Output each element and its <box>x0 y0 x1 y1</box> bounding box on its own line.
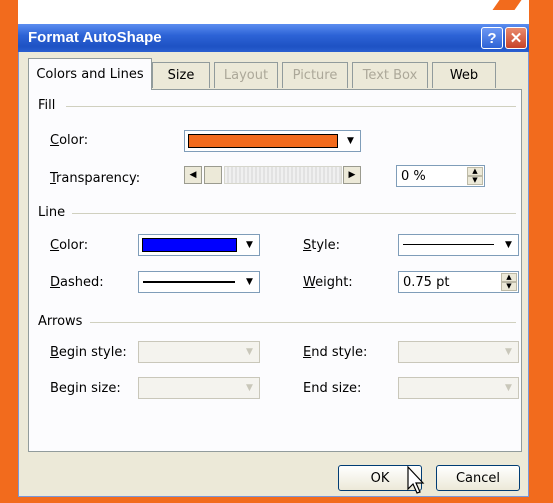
tab-label: Picture <box>292 68 338 83</box>
spin-down-icon[interactable]: ▼ <box>501 282 517 291</box>
transparency-slider-track[interactable] <box>224 166 342 184</box>
window-title: Format AutoShape <box>28 29 162 46</box>
help-button[interactable]: ? <box>481 27 503 49</box>
chevron-down-icon[interactable]: ▼ <box>500 236 517 254</box>
end-size-label: End size: <box>303 381 362 396</box>
dashed-sample <box>143 281 235 283</box>
cancel-button[interactable]: Cancel <box>436 465 520 491</box>
slider-right-icon[interactable]: ▶ <box>343 166 361 184</box>
chevron-down-icon[interactable]: ▼ <box>241 273 258 291</box>
tab-layout[interactable]: Layout <box>214 62 278 88</box>
weight-label: Weight: <box>303 275 353 290</box>
fill-divider <box>66 106 516 107</box>
line-style-label: Style: <box>303 238 341 253</box>
spin-up-icon[interactable]: ▲ <box>501 273 517 282</box>
arrows-divider <box>90 322 516 323</box>
line-color-swatch <box>142 238 237 252</box>
end-style-dropdown[interactable]: ▼ <box>398 341 519 363</box>
fill-color-swatch <box>188 134 338 148</box>
transparency-value: 0 % <box>401 169 426 184</box>
line-divider <box>72 213 516 214</box>
close-button[interactable]: ✕ <box>505 27 527 49</box>
slider-left-icon[interactable]: ◀ <box>184 166 202 184</box>
tab-label: Colors and Lines <box>36 67 144 82</box>
line-style-dropdown[interactable]: ▼ <box>398 234 519 256</box>
transparency-spinner[interactable]: 0 % ▲ ▼ <box>396 165 485 187</box>
spin-up-icon[interactable]: ▲ <box>467 167 483 176</box>
tab-colors-and-lines[interactable]: Colors and Lines <box>28 58 152 90</box>
line-color-label: Color: <box>50 238 89 253</box>
chevron-down-icon[interactable]: ▼ <box>500 343 517 361</box>
orange-highlight-frame-left <box>0 0 18 503</box>
fill-group-label: Fill <box>38 98 62 113</box>
close-icon: ✕ <box>509 30 523 47</box>
orange-highlight-arrow <box>492 0 522 10</box>
tab-web[interactable]: Web <box>432 62 496 88</box>
tab-picture[interactable]: Picture <box>282 62 348 88</box>
line-style-sample <box>403 244 494 245</box>
chevron-down-icon[interactable]: ▼ <box>241 379 258 397</box>
cancel-button-label: Cancel <box>455 470 501 486</box>
tab-label: Size <box>167 68 195 83</box>
chevron-down-icon[interactable]: ▼ <box>500 379 517 397</box>
end-style-label: End style: <box>303 345 368 360</box>
fill-color-label: Color: <box>50 133 89 148</box>
mouse-pointer-icon <box>407 466 425 494</box>
arrows-group-label: Arrows <box>38 314 89 329</box>
spin-down-icon[interactable]: ▼ <box>467 176 483 185</box>
chevron-down-icon[interactable]: ▼ <box>241 343 258 361</box>
weight-value: 0.75 pt <box>403 275 450 290</box>
begin-size-label: Begin size: <box>50 381 121 396</box>
line-color-dropdown[interactable]: ▼ <box>138 234 260 256</box>
transparency-label: Transparency: <box>50 171 141 186</box>
tab-size[interactable]: Size <box>152 62 210 88</box>
question-icon: ? <box>487 29 497 47</box>
orange-highlight-frame-bottom <box>0 497 553 503</box>
line-group-label: Line <box>38 205 72 220</box>
chevron-down-icon[interactable]: ▼ <box>241 236 258 254</box>
tab-text-box[interactable]: Text Box <box>352 62 428 88</box>
orange-highlight-frame-right <box>529 0 553 503</box>
title-bar[interactable]: Format AutoShape ? ✕ <box>18 24 529 52</box>
tab-label: Text Box <box>362 68 418 83</box>
dashed-dropdown[interactable]: ▼ <box>138 271 260 293</box>
ok-button-label: OK <box>370 470 390 486</box>
dashed-label: Dashed: <box>50 275 104 290</box>
fill-color-dropdown[interactable]: ▼ <box>184 130 361 152</box>
chevron-down-icon[interactable]: ▼ <box>342 132 359 150</box>
tab-label: Web <box>449 68 479 83</box>
transparency-slider-thumb[interactable] <box>204 166 222 184</box>
end-size-dropdown[interactable]: ▼ <box>398 377 519 399</box>
weight-spinner[interactable]: 0.75 pt ▲ ▼ <box>398 271 519 293</box>
begin-size-dropdown[interactable]: ▼ <box>138 377 260 399</box>
begin-style-dropdown[interactable]: ▼ <box>138 341 260 363</box>
begin-style-label: Begin style: <box>50 345 127 360</box>
tab-label: Layout <box>223 68 269 83</box>
